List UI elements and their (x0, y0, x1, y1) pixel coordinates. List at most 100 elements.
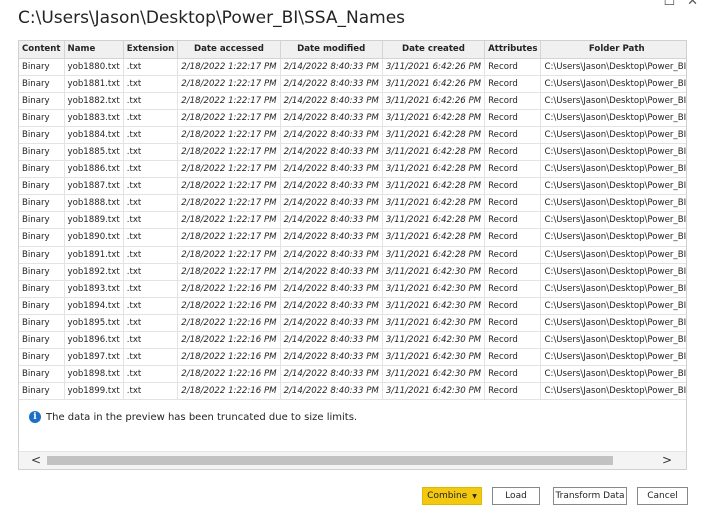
cell-attributes[interactable]: Record (484, 263, 542, 281)
table-row[interactable]: Binary yob1884.txt .txt 2/18/2022 1:22:17 P… (19, 126, 686, 144)
cell-content[interactable]: Binary (19, 297, 65, 315)
cell-extension: .txt (123, 109, 179, 127)
cell-content[interactable]: Binary (19, 382, 65, 401)
cell-attributes[interactable]: Record (484, 58, 542, 76)
chevron-down-icon[interactable]: ▼ (472, 493, 477, 500)
cell-extension: .txt (123, 348, 179, 367)
cell-attributes[interactable]: Record (484, 109, 542, 127)
cell-content[interactable]: Binary (19, 143, 65, 162)
cell-extension: .txt (123, 280, 179, 298)
table-row[interactable]: Binary yob1882.txt .txt 2/18/2022 1:22:17 P… (19, 92, 686, 110)
cell-content[interactable]: Binary (19, 314, 65, 333)
cell-attributes[interactable]: Record (484, 75, 542, 93)
cancel-button[interactable]: Cancel (637, 487, 688, 505)
cell-extension: .txt (123, 246, 179, 264)
cell-name: yob1885.txt (64, 143, 124, 162)
cell-attributes[interactable]: Record (484, 126, 542, 144)
cell-name: yob1896.txt (64, 331, 124, 350)
cell-extension: .txt (123, 331, 179, 350)
table-row[interactable]: Binary yob1895.txt .txt 2/18/2022 1:22:16 P… (19, 314, 686, 333)
cell-content[interactable]: Binary (19, 228, 65, 247)
table-row[interactable]: Binary yob1891.txt .txt 2/18/2022 1:22:17 P… (19, 246, 686, 264)
cell-date-modified: 2/14/2022 8:40:33 PM (280, 280, 383, 298)
table-row[interactable]: Binary yob1892.txt .txt 2/18/2022 1:22:17 P… (19, 263, 686, 281)
cell-name: yob1893.txt (64, 280, 124, 298)
column-header-date-accessed[interactable]: Date accessed (177, 41, 281, 59)
cell-content[interactable]: Binary (19, 160, 65, 179)
load-button[interactable]: Load (492, 487, 540, 505)
table-row[interactable]: Binary yob1899.txt .txt 2/18/2022 1:22:16 P… (19, 382, 686, 401)
cell-content[interactable]: Binary (19, 194, 65, 213)
cell-content[interactable]: Binary (19, 58, 65, 76)
restore-icon[interactable]: ☐ (663, 0, 675, 9)
column-header-date-modified[interactable]: Date modified (280, 41, 383, 59)
table-row[interactable]: Binary yob1898.txt .txt 2/18/2022 1:22:16 P… (19, 365, 686, 384)
cell-extension: .txt (123, 75, 179, 93)
cell-attributes[interactable]: Record (484, 365, 542, 384)
cell-attributes[interactable]: Record (484, 314, 542, 333)
cell-extension: .txt (123, 382, 179, 401)
table-row[interactable]: Binary yob1883.txt .txt 2/18/2022 1:22:17 P… (19, 109, 686, 127)
table-row[interactable]: Binary yob1893.txt .txt 2/18/2022 1:22:16 P… (19, 280, 686, 298)
scrollbar-thumb[interactable] (47, 456, 613, 465)
cell-content[interactable]: Binary (19, 92, 65, 110)
scroll-left-icon[interactable]: < (31, 453, 41, 467)
cell-content[interactable]: Binary (19, 246, 65, 264)
cell-content[interactable]: Binary (19, 348, 65, 367)
cell-name: yob1880.txt (64, 58, 124, 76)
cell-folder-path: C:\Users\Jason\Desktop\Power_BI\ (540, 297, 686, 315)
cell-content[interactable]: Binary (19, 280, 65, 298)
cell-date-modified: 2/14/2022 8:40:33 PM (280, 126, 383, 144)
cell-attributes[interactable]: Record (484, 194, 542, 213)
cell-date-modified: 2/14/2022 8:40:33 PM (280, 348, 383, 367)
combine-button[interactable]: Combine ▼ (422, 487, 482, 505)
column-header-content[interactable]: Content (19, 41, 65, 59)
cell-content[interactable]: Binary (19, 109, 65, 127)
cell-content[interactable]: Binary (19, 211, 65, 230)
cell-content[interactable]: Binary (19, 126, 65, 144)
table-row[interactable]: Binary yob1885.txt .txt 2/18/2022 1:22:17 P… (19, 143, 686, 162)
cell-attributes[interactable]: Record (484, 211, 542, 230)
close-icon[interactable]: ✕ (687, 0, 698, 9)
column-header-attributes[interactable]: Attributes (484, 41, 542, 59)
cell-attributes[interactable]: Record (484, 92, 542, 110)
cell-attributes[interactable]: Record (484, 160, 542, 179)
truncation-notice-text: The data in the preview has been truncat… (46, 411, 358, 423)
horizontal-scrollbar[interactable]: < > (19, 451, 686, 469)
column-header-date-created[interactable]: Date created (382, 41, 486, 59)
cell-attributes[interactable]: Record (484, 143, 542, 162)
transform-data-button[interactable]: Transform Data (553, 487, 627, 505)
cell-content[interactable]: Binary (19, 365, 65, 384)
cell-name: yob1894.txt (64, 297, 124, 315)
cell-name: yob1898.txt (64, 365, 124, 384)
cell-attributes[interactable]: Record (484, 297, 542, 315)
table-row[interactable]: Binary yob1897.txt .txt 2/18/2022 1:22:16 P… (19, 348, 686, 367)
cell-name: yob1892.txt (64, 263, 124, 281)
cell-attributes[interactable]: Record (484, 348, 542, 367)
cell-attributes[interactable]: Record (484, 382, 542, 401)
column-header-extension[interactable]: Extension (123, 41, 179, 59)
table-row[interactable]: Binary yob1881.txt .txt 2/18/2022 1:22:17 P… (19, 75, 686, 93)
cell-attributes[interactable]: Record (484, 280, 542, 298)
cell-content[interactable]: Binary (19, 75, 65, 93)
table-row[interactable]: Binary yob1880.txt .txt 2/18/2022 1:22:17 P… (19, 58, 686, 76)
table-row[interactable]: Binary yob1887.txt .txt 2/18/2022 1:22:17 P… (19, 177, 686, 196)
table-row[interactable]: Binary yob1889.txt .txt 2/18/2022 1:22:17 P… (19, 211, 686, 230)
cell-content[interactable]: Binary (19, 263, 65, 281)
column-header-name[interactable]: Name (64, 41, 124, 59)
scroll-right-icon[interactable]: > (662, 453, 672, 467)
table-row[interactable]: Binary yob1896.txt .txt 2/18/2022 1:22:16 P… (19, 331, 686, 350)
cell-content[interactable]: Binary (19, 177, 65, 196)
table-row[interactable]: Binary yob1888.txt .txt 2/18/2022 1:22:17 P… (19, 194, 686, 213)
cell-content[interactable]: Binary (19, 331, 65, 350)
cell-date-created: 3/11/2021 6:42:28 PM (382, 211, 486, 230)
table-row[interactable]: Binary yob1894.txt .txt 2/18/2022 1:22:16 P… (19, 297, 686, 315)
cell-date-modified: 2/14/2022 8:40:33 PM (280, 211, 383, 230)
cell-attributes[interactable]: Record (484, 246, 542, 264)
table-row[interactable]: Binary yob1886.txt .txt 2/18/2022 1:22:17 P… (19, 160, 686, 179)
table-row[interactable]: Binary yob1890.txt .txt 2/18/2022 1:22:17 P… (19, 228, 686, 247)
column-header-folder-path[interactable]: Folder Path (540, 41, 686, 59)
cell-attributes[interactable]: Record (484, 177, 542, 196)
cell-attributes[interactable]: Record (484, 331, 542, 350)
cell-attributes[interactable]: Record (484, 228, 542, 247)
